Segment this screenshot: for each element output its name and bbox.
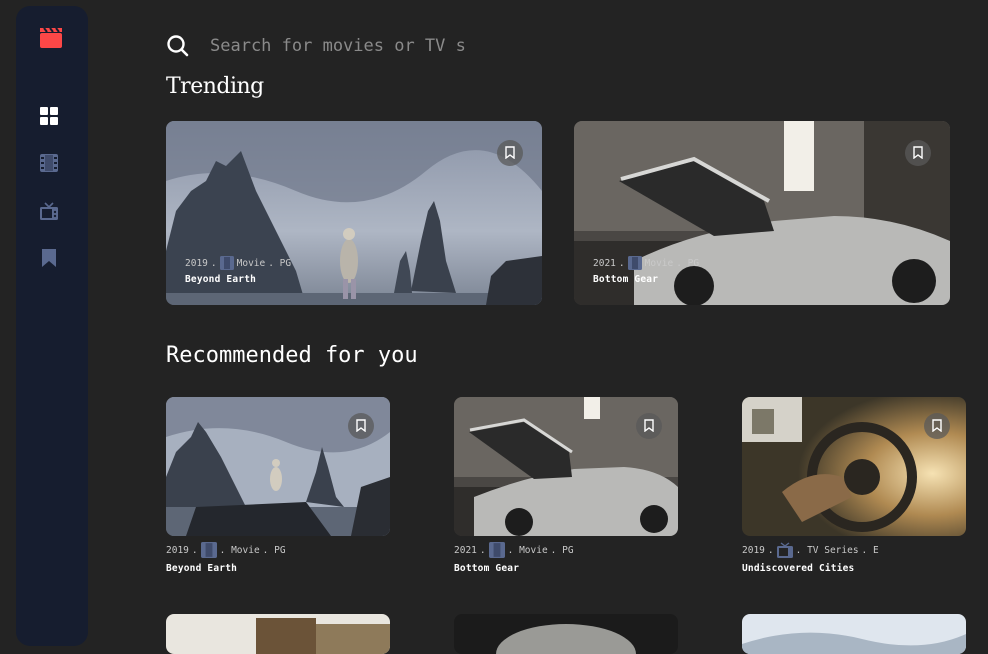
bookmark-icon xyxy=(356,419,366,432)
rating-text: . PG xyxy=(268,257,292,269)
film-strip-icon xyxy=(627,256,642,270)
recommended-card[interactable] xyxy=(166,397,390,536)
card-meta: 2021 . Movie . PG xyxy=(593,256,699,270)
film-strip-icon xyxy=(488,542,505,558)
recommended-thumbnail xyxy=(454,614,678,654)
bookmark-icon[interactable] xyxy=(40,249,58,267)
year-text: 2021 xyxy=(454,544,477,556)
film-strip-icon[interactable] xyxy=(40,154,58,172)
category-text: Movie xyxy=(644,257,674,269)
rating-text: . PG xyxy=(262,544,286,556)
bookmark-icon xyxy=(644,419,654,432)
card-title: Beyond Earth xyxy=(185,274,257,285)
year-text: 2019 xyxy=(166,544,189,556)
rating-text: . PG xyxy=(550,544,574,556)
year-text: 2019 xyxy=(185,257,208,269)
recommended-thumbnail xyxy=(742,614,966,654)
bookmark-button[interactable] xyxy=(924,413,950,439)
separator-text: . xyxy=(618,257,625,269)
year-text: 2019 xyxy=(742,544,765,556)
recommended-card[interactable] xyxy=(166,614,390,654)
separator-text: . xyxy=(210,257,217,269)
card-title: Beyond Earth xyxy=(166,563,238,574)
trending-card[interactable]: 2019 . Movie . PG Beyond Earth xyxy=(166,121,542,305)
bookmark-button[interactable] xyxy=(905,140,931,166)
card-title: Bottom Gear xyxy=(454,563,520,574)
bookmark-icon xyxy=(932,419,942,432)
category-text: . Movie xyxy=(507,544,548,556)
film-strip-icon xyxy=(219,256,234,270)
tv-icon[interactable] xyxy=(40,202,58,220)
rating-text: . E xyxy=(861,544,879,556)
sidebar xyxy=(16,6,88,646)
film-clapper-icon[interactable] xyxy=(40,26,62,48)
separator-text: . xyxy=(191,544,198,556)
card-title: Undiscovered Cities xyxy=(742,563,855,574)
card-meta: 2019 . . TV Series . E xyxy=(742,542,879,558)
recommended-card[interactable] xyxy=(742,614,966,654)
rating-text: . PG xyxy=(676,257,700,269)
trending-heading: Trending xyxy=(166,74,264,99)
separator-text: . xyxy=(479,544,486,556)
card-title: Bottom Gear xyxy=(593,274,659,285)
trending-card[interactable]: 2021 . Movie . PG Bottom Gear xyxy=(574,121,950,305)
bookmark-button[interactable] xyxy=(497,140,523,166)
recommended-heading: Recommended for you xyxy=(166,343,418,368)
recommended-card[interactable] xyxy=(454,614,678,654)
tv-icon xyxy=(776,542,793,558)
film-strip-icon xyxy=(200,542,217,558)
bookmark-button[interactable] xyxy=(348,413,374,439)
grid-icon[interactable] xyxy=(40,107,58,125)
bookmark-icon xyxy=(913,146,923,159)
card-meta: 2019 . Movie . PG xyxy=(185,256,291,270)
recommended-card[interactable] xyxy=(454,397,678,536)
search-input[interactable] xyxy=(210,30,610,62)
recommended-card[interactable] xyxy=(742,397,966,536)
category-text: Movie xyxy=(236,257,266,269)
category-text: . TV Series xyxy=(795,544,859,556)
card-meta: 2019 . . Movie . PG xyxy=(166,542,286,558)
recommended-thumbnail xyxy=(166,614,390,654)
bookmark-icon xyxy=(505,146,515,159)
card-meta: 2021 . . Movie . PG xyxy=(454,542,574,558)
bookmark-button[interactable] xyxy=(636,413,662,439)
separator-text: . xyxy=(767,544,774,556)
year-text: 2021 xyxy=(593,257,616,269)
search-icon[interactable] xyxy=(166,34,190,58)
category-text: . Movie xyxy=(219,544,260,556)
